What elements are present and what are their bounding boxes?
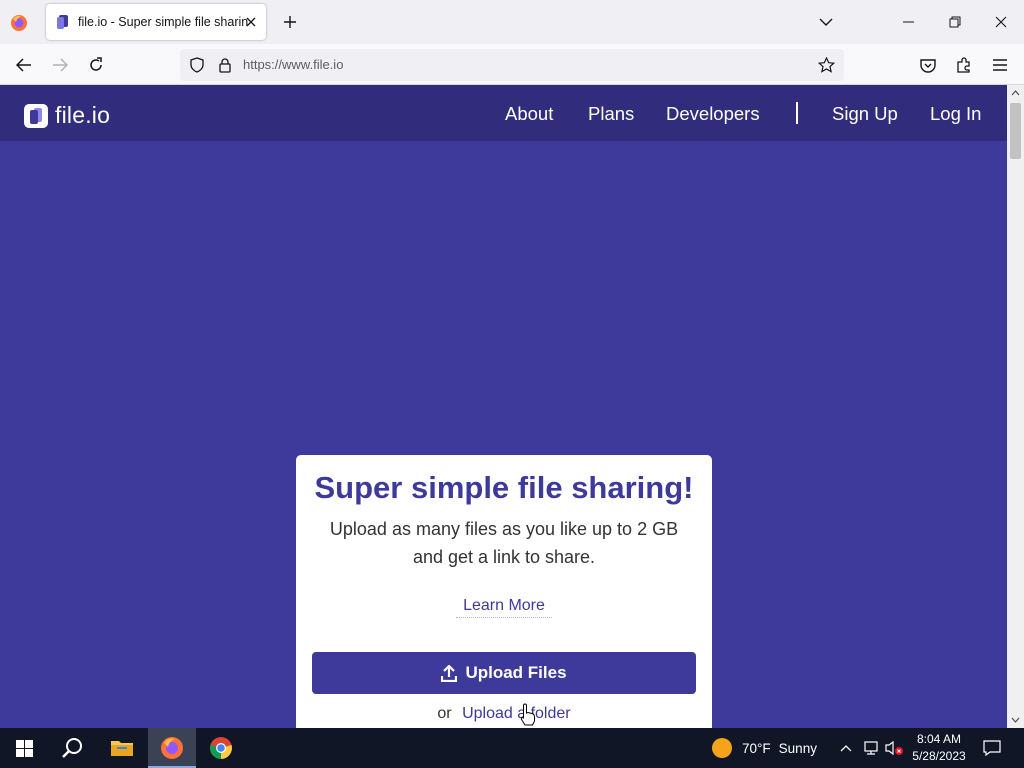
hero-description: Upload as many files as you like up to 2… <box>316 515 692 571</box>
weather-temperature: 70°F <box>742 740 771 756</box>
network-icon[interactable] <box>861 738 881 758</box>
nav-link-plans[interactable]: Plans <box>588 103 634 125</box>
file-io-favicon-icon <box>57 15 68 29</box>
nav-link-about[interactable]: About <box>505 103 553 125</box>
site-logo[interactable]: file.io <box>24 102 110 129</box>
chevron-down-icon[interactable] <box>814 10 838 34</box>
extensions-icon[interactable] <box>951 52 977 78</box>
weather-widget[interactable]: 70°F Sunny <box>712 728 817 768</box>
chevron-up-icon[interactable] <box>836 738 856 758</box>
or-text: or <box>437 705 452 722</box>
tab-title: file.io - Super simple file sharing <box>78 15 248 29</box>
hero-title: Super simple file sharing! <box>314 470 694 505</box>
scroll-up-icon[interactable] <box>1007 86 1024 100</box>
page-scrollbar[interactable] <box>1007 85 1024 728</box>
sun-icon <box>712 738 732 758</box>
hero-description-line-2: and get a link to share. <box>412 547 596 567</box>
search-icon[interactable] <box>48 728 96 768</box>
close-icon[interactable] <box>242 13 260 31</box>
scroll-down-icon[interactable] <box>1007 713 1024 727</box>
menu-icon[interactable] <box>987 52 1013 78</box>
page-viewport: file.io About Plans Developers Sign Up L… <box>0 85 1007 728</box>
reload-icon[interactable] <box>83 52 109 78</box>
pocket-icon[interactable] <box>915 52 941 78</box>
upload-folder-link[interactable]: Upload a folder <box>462 705 571 722</box>
site-header: file.io About Plans Developers Sign Up L… <box>0 85 1007 141</box>
logo-text: file.io <box>55 102 111 128</box>
upload-folder-row: or Upload a folder <box>296 705 712 723</box>
shield-icon[interactable] <box>188 56 206 74</box>
taskbar-firefox-icon[interactable] <box>148 728 196 768</box>
scrollbar-thumb[interactable] <box>1010 103 1021 159</box>
clock-time: 8:04 AM <box>916 732 962 746</box>
volume-muted-icon[interactable] <box>884 738 904 758</box>
hero-description-line-1: Upload as many files as you like up to 2… <box>329 519 679 539</box>
lock-icon[interactable] <box>216 56 234 74</box>
upload-files-button[interactable]: Upload Files <box>312 652 696 694</box>
browser-tab-active[interactable]: file.io - Super simple file sharing <box>46 4 266 40</box>
plus-icon[interactable] <box>278 10 302 34</box>
forward-icon <box>47 52 73 78</box>
nav-link-log-in[interactable]: Log In <box>930 103 981 125</box>
url-bar[interactable]: https://www.file.io <box>180 49 844 81</box>
back-icon[interactable] <box>11 52 37 78</box>
browser-tab-strip: file.io - Super simple file sharing <box>0 0 1024 44</box>
minimize-button[interactable] <box>886 6 932 38</box>
firefox-icon[interactable] <box>8 12 30 34</box>
url-text[interactable]: https://www.file.io <box>243 57 343 72</box>
weather-description: Sunny <box>778 740 817 756</box>
star-icon[interactable] <box>817 56 835 74</box>
close-window-button[interactable] <box>978 6 1024 38</box>
windows-start-icon[interactable] <box>0 728 48 768</box>
hand-cursor-icon <box>520 703 535 726</box>
file-explorer-icon[interactable] <box>98 728 146 768</box>
learn-more-link[interactable]: Learn More <box>456 597 552 618</box>
browser-navigation-toolbar: https://www.file.io <box>0 44 1024 85</box>
chrome-icon[interactable] <box>197 728 245 768</box>
nav-divider <box>796 102 798 124</box>
upload-files-label: Upload Files <box>465 663 567 682</box>
upload-icon <box>441 664 458 682</box>
nav-link-sign-up[interactable]: Sign Up <box>832 103 898 125</box>
system-clock[interactable]: 8:04 AM 5/28/2023 <box>908 731 970 765</box>
clock-date: 5/28/2023 <box>912 749 966 763</box>
windows-taskbar: 70°F Sunny 8:04 AM 5/28/2023 <box>0 728 1024 768</box>
nav-link-developers[interactable]: Developers <box>666 103 760 125</box>
upload-card: Super simple file sharing! Upload as man… <box>296 455 712 728</box>
file-io-logo-icon <box>24 103 48 128</box>
restore-button[interactable] <box>932 6 978 38</box>
notification-icon[interactable] <box>982 738 1002 758</box>
